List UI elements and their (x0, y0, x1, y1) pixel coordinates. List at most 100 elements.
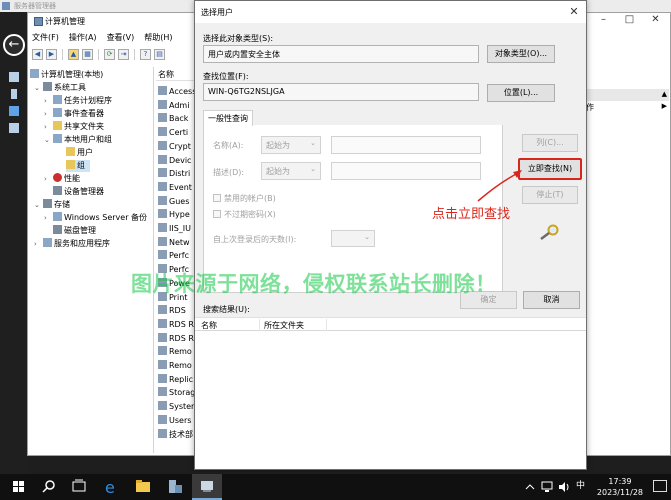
list-item[interactable]: Distri (156, 167, 196, 181)
list-item[interactable]: Replic (156, 373, 196, 387)
list-item[interactable]: Storag (156, 386, 196, 400)
search-icon[interactable] (34, 474, 64, 500)
list-item[interactable]: Syster (156, 400, 196, 414)
tree-disk-management[interactable]: 磁盘管理 (53, 225, 96, 237)
list-item[interactable]: Hype (156, 208, 196, 222)
cancel-button[interactable]: 取消 (523, 291, 580, 309)
list-item[interactable]: Admi (156, 99, 196, 113)
show-tree-icon[interactable]: ▦ (82, 48, 93, 60)
tree-local-users-groups[interactable]: ⌄ 本地用户和组 (44, 134, 112, 146)
local-server-icon[interactable] (11, 89, 17, 99)
list-item[interactable]: Gues (156, 195, 196, 209)
export-icon[interactable]: ⇥ (118, 48, 129, 60)
column-separator[interactable] (326, 319, 327, 331)
menu-action[interactable]: 操作(A) (69, 32, 97, 44)
name-match-dropdown[interactable]: 起始为 ⌄ (261, 136, 321, 154)
list-item[interactable]: Back (156, 112, 196, 126)
tree-task-scheduler[interactable]: › 任务计划程序 (44, 95, 112, 107)
collapse-icon[interactable]: ⌄ (34, 199, 43, 211)
collapse-icon[interactable]: ⌄ (34, 82, 43, 94)
close-icon[interactable]: ✕ (642, 13, 669, 27)
properties-icon[interactable]: ▤ (154, 48, 165, 60)
tree-device-manager[interactable]: 设备管理器 (53, 186, 104, 198)
locations-button[interactable]: 位置(L)... (487, 84, 555, 102)
tree-services-applications[interactable]: › 服务和应用程序 (34, 238, 110, 250)
list-item[interactable]: Certi (156, 126, 196, 140)
list-item[interactable]: Crypt (156, 140, 196, 154)
tab-common-queries[interactable]: 一般性查询 (203, 110, 253, 126)
list-item[interactable]: 技术部 (156, 428, 196, 442)
list-item[interactable]: Remo (156, 359, 196, 373)
description-match-dropdown[interactable]: 起始为 ⌄ (261, 162, 321, 180)
refresh-icon[interactable]: ⟳ (104, 48, 115, 60)
file-services-icon[interactable] (9, 123, 19, 133)
edge-browser-icon[interactable]: e (96, 474, 126, 500)
expand-icon[interactable]: › (44, 173, 53, 185)
task-view-icon[interactable] (64, 474, 94, 500)
name-input[interactable] (331, 136, 481, 154)
expand-icon[interactable]: › (44, 212, 53, 224)
volume-icon[interactable] (558, 481, 570, 493)
menu-view[interactable]: 查看(V) (107, 32, 135, 44)
minimize-icon[interactable]: – (590, 13, 617, 27)
actions-more[interactable]: 作 ▶ (585, 101, 669, 113)
ime-indicator[interactable]: 中 (576, 478, 585, 491)
list-item[interactable]: Users (156, 414, 196, 428)
menu-file[interactable]: 文件(F) (32, 32, 59, 44)
list-item[interactable]: Event (156, 181, 196, 195)
list-item[interactable]: Netw (156, 236, 196, 250)
back-icon[interactable]: ◀ (32, 48, 43, 60)
maximize-icon[interactable]: □ (616, 13, 643, 27)
notification-icon[interactable] (653, 480, 667, 492)
search-results-list[interactable] (195, 331, 586, 469)
dashboard-icon[interactable] (9, 72, 19, 82)
results-column-name[interactable]: 名称 (201, 320, 217, 331)
tree-system-tools[interactable]: ⌄ 系统工具 (34, 82, 86, 94)
list-column-name[interactable]: 名称 (156, 69, 196, 81)
non-expiring-password-checkbox[interactable]: 不过期密码(X) (213, 209, 276, 220)
columns-button[interactable]: 列(C)... (522, 134, 578, 152)
clock[interactable]: 17:39 2023/11/28 (597, 476, 643, 498)
network-icon[interactable] (540, 481, 554, 493)
help-icon[interactable]: ? (140, 48, 151, 60)
results-column-folder[interactable]: 所在文件夹 (264, 320, 304, 331)
expand-icon[interactable]: › (34, 238, 43, 250)
start-icon[interactable] (4, 474, 34, 500)
object-types-button[interactable]: 对象类型(O)... (487, 45, 555, 63)
expand-icon[interactable]: › (44, 108, 53, 120)
list-item[interactable]: RDS R (156, 318, 196, 332)
back-arrow-icon[interactable]: ← (3, 34, 25, 56)
forward-icon[interactable]: ▶ (46, 48, 57, 60)
expand-icon[interactable]: › (44, 121, 53, 133)
collapse-up-icon[interactable]: ▲ (662, 90, 667, 98)
collapse-icon[interactable]: ⌄ (44, 134, 53, 146)
menu-help[interactable]: 帮助(H) (144, 32, 172, 44)
tree-windows-server-backup[interactable]: › Windows Server 备份 (44, 212, 147, 224)
tree-users[interactable]: 用户 (66, 147, 93, 159)
all-servers-icon[interactable] (9, 106, 19, 116)
tree-shared-folders[interactable]: › 共享文件夹 (44, 121, 104, 133)
days-since-login-dropdown[interactable]: ⌄ (331, 230, 375, 247)
find-now-button[interactable]: 立即查找(N) (518, 158, 582, 180)
tree-computer-management[interactable]: 计算机管理(本地) (30, 69, 103, 81)
up-folder-icon[interactable]: ▲ (68, 48, 79, 60)
actions-section-header[interactable]: ▲ (585, 89, 669, 101)
dialog-close-icon[interactable]: ✕ (566, 4, 582, 20)
file-explorer-icon[interactable] (128, 474, 158, 500)
list-item[interactable]: Perfc (156, 249, 196, 263)
chevron-up-icon[interactable] (525, 482, 535, 492)
list-item[interactable]: RDS R (156, 332, 196, 346)
description-input[interactable] (331, 162, 481, 180)
server-manager-taskbar-icon[interactable] (160, 474, 190, 500)
list-item[interactable]: Remo (156, 345, 196, 359)
list-item[interactable]: Devic (156, 154, 196, 168)
disabled-accounts-checkbox[interactable]: 禁用的帐户(B) (213, 193, 276, 204)
tree-storage[interactable]: ⌄ 存储 (34, 199, 70, 211)
list-item[interactable]: Access (156, 85, 196, 99)
computer-management-taskbar-icon[interactable] (192, 474, 222, 500)
list-item[interactable]: IIS_IU (156, 222, 196, 236)
tree-performance[interactable]: › 性能 (44, 173, 80, 185)
column-separator[interactable] (259, 319, 260, 331)
tree-event-viewer[interactable]: › 事件查看器 (44, 108, 104, 120)
list-item[interactable]: RDS (156, 304, 196, 318)
